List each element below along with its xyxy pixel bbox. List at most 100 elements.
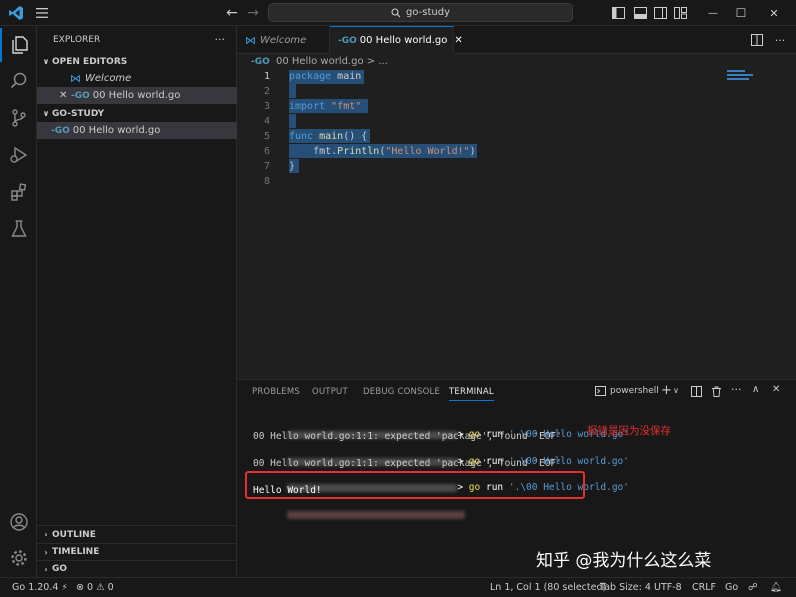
trash-icon[interactable] <box>711 386 722 400</box>
tab-hello-world-go[interactable]: -GO 00 Hello world.go ✕ <box>330 26 463 54</box>
activity-bar <box>0 26 37 577</box>
encoding[interactable]: UTF-8 <box>654 582 682 593</box>
line-number: 7 <box>263 161 270 172</box>
vscode-icon: ⋈ <box>245 33 256 47</box>
close-button[interactable]: ✕ <box>764 3 784 23</box>
command-center-search[interactable]: go-study <box>268 3 573 22</box>
line-number: 1 <box>263 71 270 82</box>
minimize-button[interactable]: — <box>703 3 723 23</box>
problems-status[interactable]: ⊗ 0 ⚠ 0 <box>76 582 114 593</box>
tab-welcome[interactable]: ⋈ Welcome <box>237 26 330 54</box>
close-panel-icon[interactable]: ✕ <box>772 384 780 395</box>
tab-debug-console[interactable]: DEBUG CONSOLE <box>363 387 440 397</box>
close-icon[interactable]: ✕ <box>454 35 462 46</box>
error-count: 0 <box>87 582 94 593</box>
vscode-icon: ⋈ <box>70 72 81 85</box>
minimap[interactable] <box>727 70 757 82</box>
line-number: 8 <box>263 176 270 187</box>
menu-icon[interactable] <box>32 3 52 23</box>
code-line: package main <box>289 71 362 82</box>
more-actions-icon[interactable]: ··· <box>770 30 790 50</box>
file-tree-item[interactable]: -GO 00 Hello world.go <box>37 122 237 139</box>
gear-icon[interactable] <box>0 541 37 575</box>
terminal-line: 00 Hello world.go:1:1: expected 'package… <box>253 458 562 469</box>
back-arrow-icon[interactable]: ← <box>222 3 242 23</box>
language-mode[interactable]: Go <box>725 582 738 593</box>
outline-section[interactable]: › OUTLINE <box>37 526 237 543</box>
sidebar-header: EXPLORER ··· <box>37 31 237 48</box>
go-env-icon: ⚡ <box>61 583 68 593</box>
chevron-right-icon: › <box>44 547 48 557</box>
more-actions-icon[interactable]: ··· <box>215 33 226 46</box>
annotation-text: 报错是因为没保存 <box>587 425 671 437</box>
chevron-down-icon[interactable]: ∨ <box>673 386 679 395</box>
search-text: go-study <box>406 7 450 18</box>
open-editors-section[interactable]: ∨ OPEN EDITORS <box>37 53 237 70</box>
code-line: } <box>289 161 296 172</box>
terminal-line: 00 Hello world.go:1:1: expected 'package… <box>253 431 562 442</box>
tab-label: 00 Hello world.go <box>359 35 448 46</box>
search-icon[interactable] <box>0 64 37 98</box>
accounts-icon[interactable] <box>0 505 37 539</box>
customize-layout-icon[interactable] <box>670 3 690 23</box>
tab-output[interactable]: OUTPUT <box>312 387 348 397</box>
new-terminal-icon[interactable]: + <box>661 383 672 398</box>
tab-size[interactable]: Tab Size: 4 <box>600 582 651 593</box>
more-actions-icon[interactable]: ··· <box>731 383 742 396</box>
file-name: 00 Hello world.go <box>72 125 161 136</box>
feedback-icon[interactable]: ☍ <box>748 582 758 593</box>
terminal[interactable]: > go run '.\00 Hello world.go' 00 Hello … <box>237 410 796 578</box>
title-bar: ← → go-study — ☐ ✕ <box>0 0 796 26</box>
tab-problems[interactable]: PROBLEMS <box>252 387 300 397</box>
forward-arrow-icon[interactable]: → <box>243 3 263 23</box>
vscode-logo-icon <box>6 3 26 23</box>
extensions-icon[interactable] <box>0 175 37 209</box>
explorer-sidebar: EXPLORER ··· ∨ OPEN EDITORS ⋈ Welcome ✕ … <box>37 26 237 577</box>
open-editor-label: Welcome <box>85 73 132 84</box>
open-editor-item[interactable]: ⋈ Welcome <box>37 70 237 87</box>
source-control-icon[interactable] <box>0 101 37 135</box>
explorer-icon[interactable] <box>0 28 37 62</box>
code-line: fmt.Println("Hello World!") <box>289 146 476 157</box>
code-editor[interactable]: -GO 00 Hello world.go > ... 1 2 3 4 5 6 … <box>237 54 796 379</box>
timeline-section[interactable]: › TIMELINE <box>37 543 237 560</box>
toggle-secondary-sidebar-icon[interactable] <box>650 3 670 23</box>
go-file-icon: -GO <box>251 57 270 67</box>
split-editor-icon[interactable] <box>747 30 767 50</box>
sidebar-title: EXPLORER <box>53 34 101 45</box>
code-line: import "fmt" <box>289 101 362 112</box>
maximize-button[interactable]: ☐ <box>731 3 751 23</box>
tab-terminal[interactable]: TERMINAL <box>449 387 494 401</box>
go-label: GO <box>52 564 68 574</box>
notifications-icon[interactable]: 🔔︎ <box>770 582 782 593</box>
cursor-position[interactable]: Ln 1, Col 1 (80 selected) <box>490 582 606 593</box>
search-icon <box>391 7 401 17</box>
go-version-label: Go 1.20.4 <box>12 582 59 593</box>
shell-label: powershell <box>610 386 659 396</box>
breadcrumb[interactable]: -GO 00 Hello world.go > ... <box>251 56 388 67</box>
close-icon[interactable]: ✕ <box>59 90 71 101</box>
toggle-panel-icon[interactable] <box>630 3 650 23</box>
terminal-shell-selector[interactable]: powershell <box>595 386 659 396</box>
chevron-right-icon: › <box>44 564 48 574</box>
go-version[interactable]: Go 1.20.4 ⚡ <box>12 582 68 593</box>
line-endings[interactable]: CRLF <box>692 582 716 593</box>
split-terminal-icon[interactable] <box>691 386 702 400</box>
chevron-right-icon: › <box>44 530 48 539</box>
watermark: 知乎 @我为什么这么菜 <box>536 551 712 571</box>
bottom-panel: PROBLEMS OUTPUT DEBUG CONSOLE TERMINAL p… <box>237 379 796 577</box>
warning-icon: ⚠ <box>96 582 105 593</box>
tab-label: Welcome <box>260 34 307 46</box>
line-number: 4 <box>263 116 270 127</box>
code-line: func main() { <box>289 131 368 142</box>
testing-icon[interactable] <box>0 212 37 246</box>
terminal-icon <box>595 386 606 396</box>
go-file-icon: -GO <box>71 90 90 101</box>
maximize-panel-icon[interactable]: ∧ <box>752 384 759 395</box>
run-debug-icon[interactable] <box>0 138 37 172</box>
chevron-down-icon: ∨ <box>42 57 50 66</box>
open-editor-item[interactable]: ✕ -GO 00 Hello world.go <box>37 87 237 104</box>
go-section[interactable]: › GO <box>37 560 237 577</box>
toggle-primary-sidebar-icon[interactable] <box>608 3 628 23</box>
folder-section[interactable]: ∨ GO-STUDY <box>37 105 237 122</box>
